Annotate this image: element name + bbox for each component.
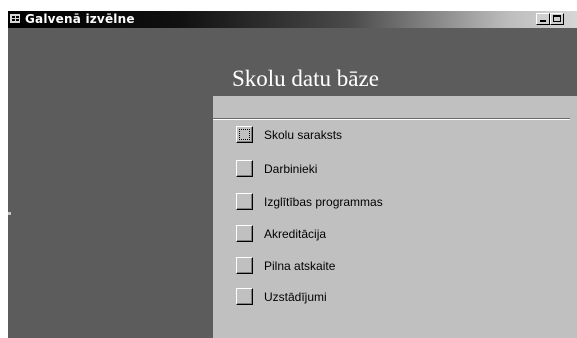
menu-item-label[interactable]: Uzstādījumi [264,289,327,305]
header-divider [213,118,570,120]
maximize-icon [553,15,561,22]
minimize-icon [540,20,546,22]
menu-button[interactable] [236,225,253,242]
left-marker [8,212,11,215]
menu-button[interactable] [236,288,253,305]
maximize-button[interactable] [550,13,564,25]
menu-item-label[interactable]: Skolu saraksts [264,127,342,143]
window-title: Galvenā izvēlne [25,12,135,26]
minimize-button[interactable] [536,13,550,25]
menu-item-label[interactable]: Izglītības programmas [264,194,383,210]
title-bar[interactable]: Galvenā izvēlne [8,11,577,28]
menu-item-pilna-atskaite[interactable]: Pilna atskaite [236,257,436,275]
menu-button[interactable] [236,126,253,143]
form-icon[interactable] [9,13,21,24]
menu-item-label[interactable]: Pilna atskaite [264,258,335,274]
menu-item-label[interactable]: Darbinieki [264,161,317,177]
switchboard-window: Galvenā izvēlne Skolu datu bāze Skolu sa… [8,11,577,338]
menu-item-darbinieki[interactable]: Darbinieki [236,160,436,178]
database-title: Skolu datu bāze [232,66,379,91]
menu-item-label[interactable]: Akreditācija [264,226,326,242]
menu-item-uzstadijumi[interactable]: Uzstādījumi [236,288,436,306]
menu-button[interactable] [236,193,253,210]
menu-button[interactable] [236,257,253,274]
menu-item-izglitibas-programmas[interactable]: Izglītības programmas [236,193,436,211]
left-decor-panel [8,28,213,338]
menu-button[interactable] [236,160,253,177]
menu-item-skolu-saraksts[interactable]: Skolu saraksts [236,126,436,144]
menu-item-akreditacija[interactable]: Akreditācija [236,225,436,243]
